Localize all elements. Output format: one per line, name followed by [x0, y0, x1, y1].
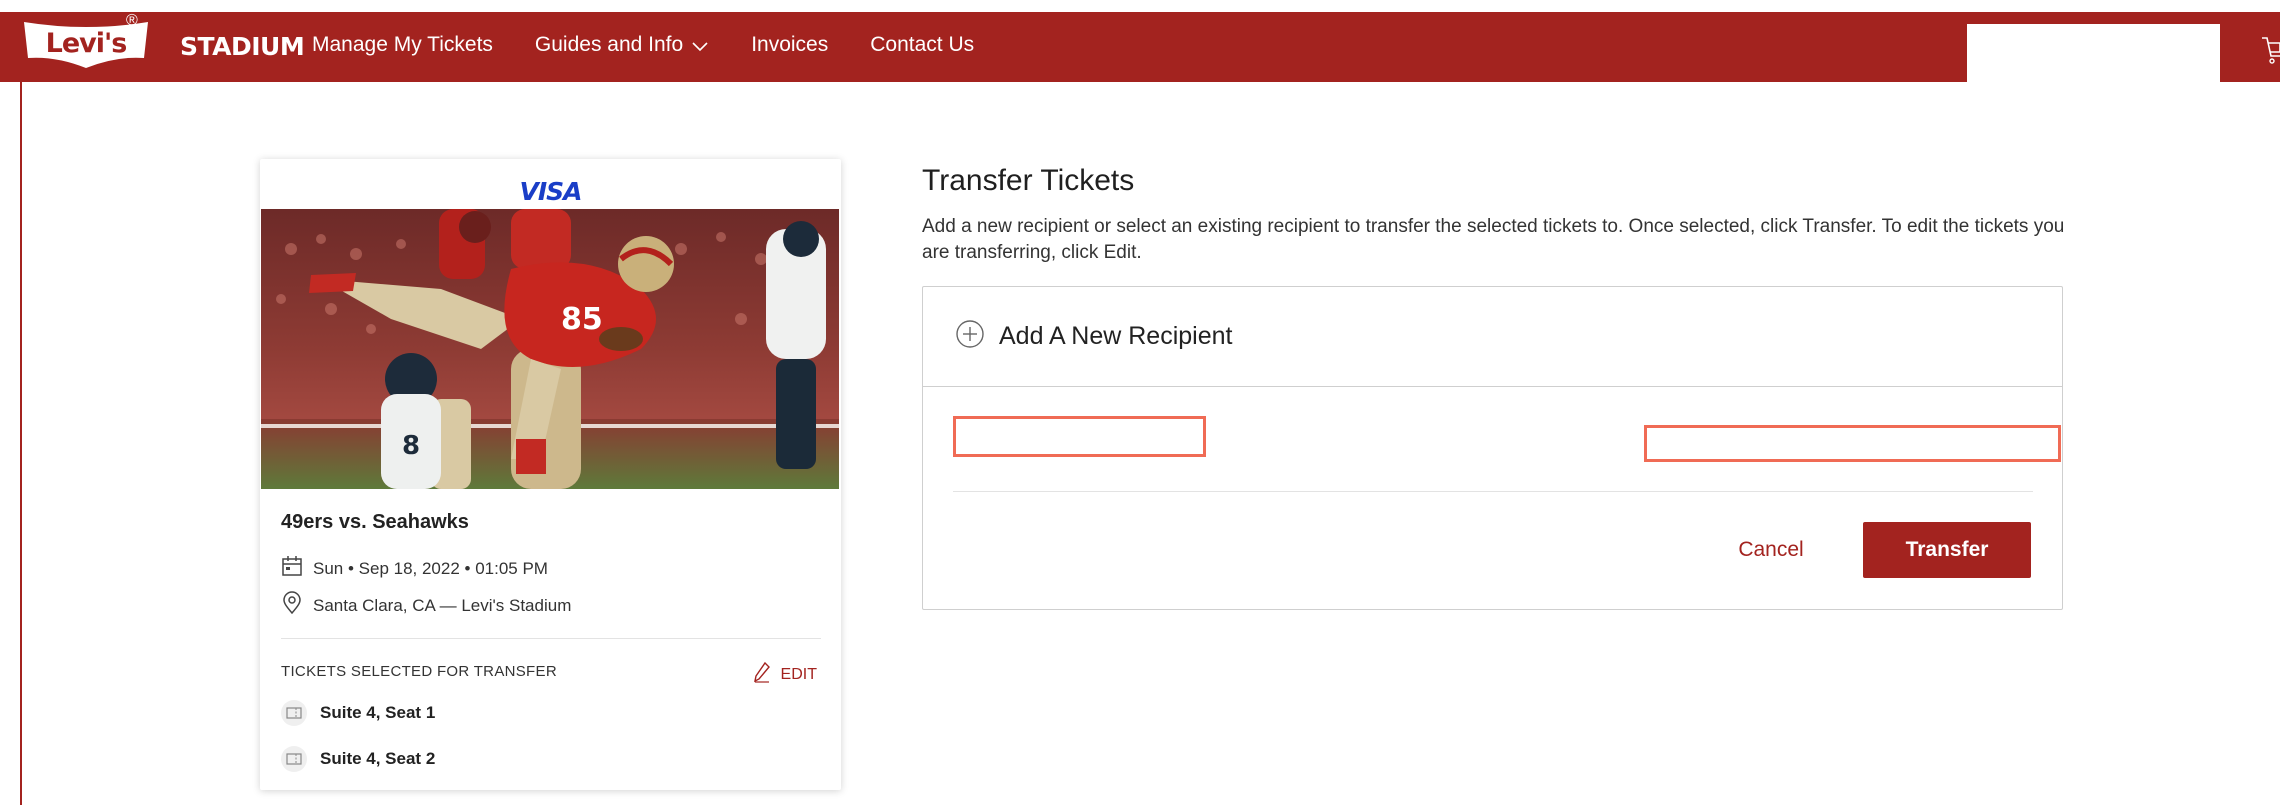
ticket-label: Suite 4, Seat 2 [320, 749, 436, 768]
nav-label: Guides and Info [534, 33, 684, 56]
page: Levi's ® STADIUM Manage My Tickets Guide… [0, 0, 2280, 805]
transfer-instructions: Add a new recipient or select an existin… [922, 216, 2065, 263]
nav-label: Invoices [751, 33, 829, 56]
event-title: 49ers vs. Seahawks [281, 511, 469, 533]
location-pin-icon [281, 591, 313, 620]
event-venue-row: Santa Clara, CA — Levi's Stadium [281, 591, 571, 620]
card-divider [281, 638, 821, 639]
main-nav: Manage My Tickets Guides and Info Invoic… [312, 32, 1016, 58]
event-datetime: Sun • Sep 18, 2022 • 01:05 PM [313, 558, 548, 578]
plus-circle-icon [955, 319, 999, 354]
site-header: Levi's ® STADIUM Manage My Tickets Guide… [0, 12, 2280, 82]
selected-ticket-item: Suite 4, Seat 2 [281, 746, 435, 772]
logo-stadium-text: STADIUM [180, 31, 305, 61]
event-date-row: Sun • Sep 18, 2022 • 01:05 PM [281, 555, 548, 582]
header-account-field[interactable] [1967, 24, 2220, 82]
nav-label: Manage My Tickets [312, 33, 493, 56]
levis-stadium-logo[interactable]: Levi's ® STADIUM [22, 12, 305, 70]
cancel-button[interactable]: Cancel [1711, 522, 1831, 578]
cart-icon[interactable] [2262, 32, 2280, 71]
nav-manage-my-tickets[interactable]: Manage My Tickets [312, 33, 493, 57]
logo-wordmark: Levi's [45, 28, 128, 59]
calendar-icon [281, 555, 313, 582]
nav-guides-and-info[interactable]: Guides and Info [535, 32, 709, 58]
nav-contact-us[interactable]: Contact Us [870, 33, 974, 57]
ticket-icon [281, 746, 307, 772]
nav-invoices[interactable]: Invoices [751, 33, 828, 57]
event-photo: 8 85 [261, 209, 839, 489]
svg-text:8: 8 [402, 431, 420, 461]
ticket-icon [281, 700, 307, 726]
chevron-down-icon [691, 34, 709, 58]
recipient-email-redacted [1644, 425, 2061, 462]
svg-text:85: 85 [561, 302, 603, 337]
transfer-button[interactable]: Transfer [1863, 522, 2031, 578]
tickets-selected-heading: TICKETS SELECTED FOR TRANSFER [281, 663, 557, 680]
recipients-panel: Add A New Recipient Cancel Transfer [922, 286, 2063, 610]
registered-mark: ® [126, 12, 138, 29]
levis-batwing-badge: Levi's ® [22, 12, 150, 70]
event-card: VISA 8 85 49ers vs. Seahawks Sun • Sep 1… [260, 159, 841, 790]
panel-divider [953, 491, 2033, 492]
add-new-recipient-button[interactable]: Add A New Recipient [923, 287, 2062, 387]
ticket-label: Suite 4, Seat 1 [320, 703, 436, 722]
nav-label: Contact Us [870, 33, 975, 56]
edit-tickets-link[interactable]: EDIT [753, 661, 817, 688]
event-venue: Santa Clara, CA — Levi's Stadium [313, 595, 572, 615]
add-recipient-label: Add A New Recipient [999, 322, 1233, 350]
selected-ticket-item: Suite 4, Seat 1 [281, 700, 435, 726]
recipient-option-redacted[interactable] [953, 416, 1206, 457]
edit-label: EDIT [780, 665, 817, 683]
page-title: Transfer Tickets [922, 164, 1135, 197]
pencil-icon [753, 661, 781, 688]
visa-sponsor-logo: VISA [519, 177, 582, 206]
page-left-border [20, 82, 22, 805]
